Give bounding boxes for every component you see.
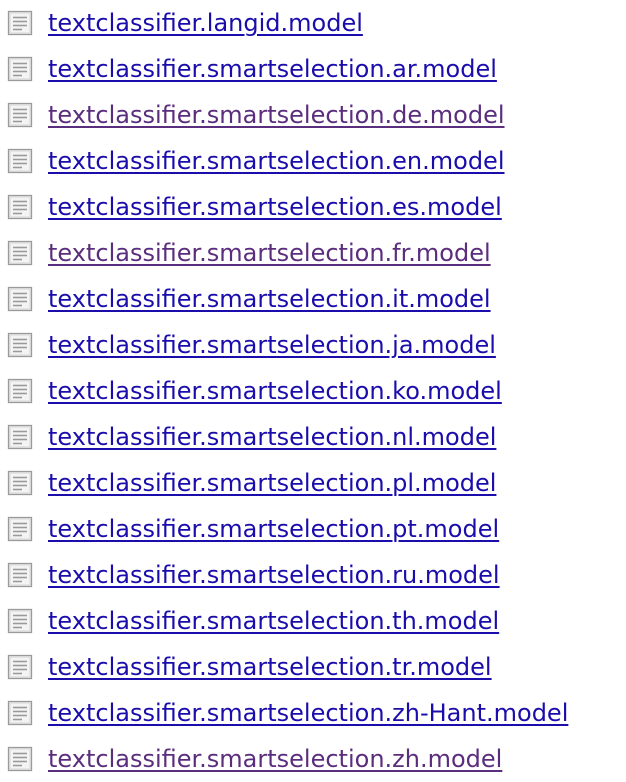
file-list: textclassifier.langid.model textclassifie…	[0, 0, 626, 782]
list-item: textclassifier.langid.model	[0, 0, 363, 46]
list-item: textclassifier.smartselection.en.model	[0, 138, 505, 184]
document-icon	[7, 10, 33, 36]
document-icon	[7, 378, 33, 404]
document-icon	[7, 240, 33, 266]
document-icon	[7, 654, 33, 680]
document-icon	[7, 286, 33, 312]
file-link[interactable]: textclassifier.smartselection.zh-Hant.mo…	[48, 699, 568, 727]
document-icon	[7, 148, 33, 174]
file-link[interactable]: textclassifier.smartselection.it.model	[48, 285, 491, 313]
list-item: textclassifier.smartselection.ru.model	[0, 552, 500, 598]
list-item: textclassifier.smartselection.nl.model	[0, 414, 496, 460]
file-link[interactable]: textclassifier.smartselection.tr.model	[48, 653, 492, 681]
list-item: textclassifier.smartselection.de.model	[0, 92, 505, 138]
document-icon	[7, 56, 33, 82]
list-item: textclassifier.smartselection.it.model	[0, 276, 491, 322]
document-icon	[7, 102, 33, 128]
list-item: textclassifier.smartselection.pt.model	[0, 506, 499, 552]
file-link[interactable]: textclassifier.smartselection.ja.model	[48, 331, 496, 359]
file-link[interactable]: textclassifier.smartselection.ru.model	[48, 561, 500, 589]
file-link[interactable]: textclassifier.smartselection.es.model	[48, 193, 502, 221]
document-icon	[7, 470, 33, 496]
list-item: textclassifier.smartselection.pl.model	[0, 460, 496, 506]
list-item: textclassifier.smartselection.ko.model	[0, 368, 502, 414]
file-link[interactable]: textclassifier.smartselection.en.model	[48, 147, 505, 175]
file-link[interactable]: textclassifier.smartselection.th.model	[48, 607, 499, 635]
list-item: textclassifier.smartselection.zh-Hant.mo…	[0, 690, 568, 736]
document-icon	[7, 516, 33, 542]
file-link[interactable]: textclassifier.smartselection.fr.model	[48, 239, 491, 267]
list-item: textclassifier.smartselection.tr.model	[0, 644, 492, 690]
file-link[interactable]: textclassifier.smartselection.nl.model	[48, 423, 496, 451]
list-item: textclassifier.smartselection.ar.model	[0, 46, 497, 92]
list-item: textclassifier.smartselection.es.model	[0, 184, 502, 230]
file-link[interactable]: textclassifier.langid.model	[48, 9, 363, 37]
document-icon	[7, 332, 33, 358]
document-icon	[7, 194, 33, 220]
file-link[interactable]: textclassifier.smartselection.ko.model	[48, 377, 502, 405]
document-icon	[7, 424, 33, 450]
file-link[interactable]: textclassifier.smartselection.pt.model	[48, 515, 499, 543]
document-icon	[7, 562, 33, 588]
document-icon	[7, 608, 33, 634]
file-link[interactable]: textclassifier.smartselection.ar.model	[48, 55, 497, 83]
file-link[interactable]: textclassifier.smartselection.zh.model	[48, 745, 502, 773]
list-item: textclassifier.smartselection.ja.model	[0, 322, 496, 368]
document-icon	[7, 746, 33, 772]
document-icon	[7, 700, 33, 726]
list-item: textclassifier.smartselection.zh.model	[0, 736, 502, 782]
file-link[interactable]: textclassifier.smartselection.pl.model	[48, 469, 496, 497]
list-item: textclassifier.smartselection.fr.model	[0, 230, 491, 276]
list-item: textclassifier.smartselection.th.model	[0, 598, 499, 644]
file-link[interactable]: textclassifier.smartselection.de.model	[48, 101, 505, 129]
